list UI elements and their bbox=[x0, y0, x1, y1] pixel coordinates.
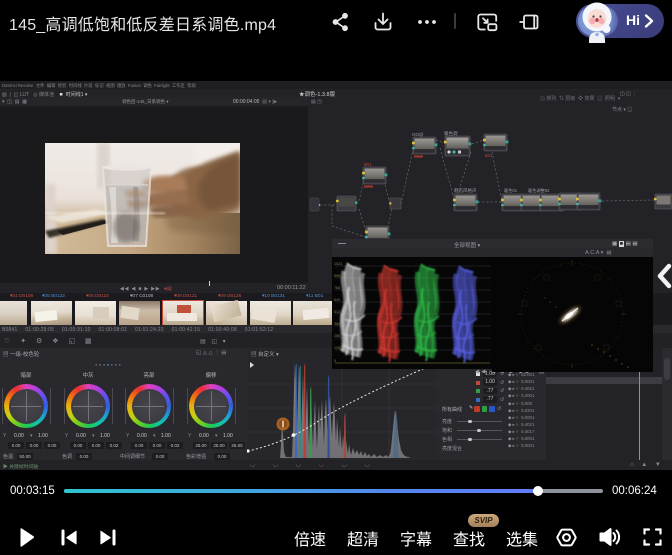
svg-text:OO@: OO@ bbox=[412, 132, 424, 137]
svg-text:静态风格声: 静态风格声 bbox=[454, 187, 477, 194]
svg-text:0: 0 bbox=[334, 359, 336, 363]
svg-text:128: 128 bbox=[334, 346, 340, 350]
svg-text:501: 501 bbox=[485, 153, 493, 158]
svg-text:896: 896 bbox=[334, 274, 340, 278]
svg-text:384: 384 bbox=[334, 322, 340, 326]
svg-text:暖色01: 暖色01 bbox=[504, 187, 518, 194]
svg-text:512: 512 bbox=[334, 310, 340, 314]
svg-text:暖色调整02: 暖色调整02 bbox=[528, 187, 550, 194]
svg-text:768: 768 bbox=[334, 286, 340, 290]
svg-text:501: 501 bbox=[364, 162, 372, 167]
svg-text:640: 640 bbox=[334, 298, 340, 302]
svg-text:1023: 1023 bbox=[334, 262, 342, 266]
svg-text:256: 256 bbox=[334, 334, 340, 338]
